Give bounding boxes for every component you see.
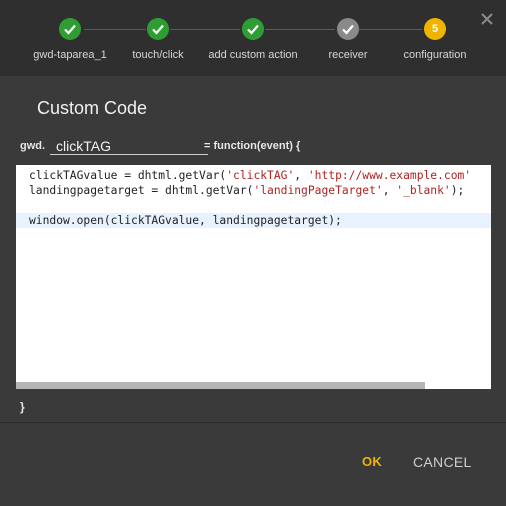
code-editor[interactable]: clickTAGvalue = dhtml.getVar('clickTAG',… (16, 165, 491, 389)
step-label: touch/click (132, 49, 184, 61)
cancel-button[interactable]: CANCEL (413, 454, 472, 470)
check-icon (147, 18, 169, 40)
step-5[interactable]: 5 configuration (380, 18, 490, 61)
ok-button[interactable]: OK (362, 454, 382, 469)
step-3[interactable]: add custom action (198, 18, 308, 61)
check-icon (337, 18, 359, 40)
close-icon[interactable] (480, 12, 494, 26)
signature-prefix: gwd. (20, 140, 46, 152)
step-2[interactable]: touch/click (103, 18, 213, 61)
dialog-title: Custom Code (37, 98, 148, 118)
check-icon (59, 18, 81, 40)
closing-brace: } (20, 400, 25, 414)
step-number-badge: 5 (424, 18, 446, 40)
code-line: landingpagetarget = dhtml.getVar('landin… (29, 184, 465, 197)
step-label: add custom action (208, 49, 298, 61)
code-line: clickTAGvalue = dhtml.getVar('clickTAG',… (29, 169, 472, 182)
wizard-stepper: gwd-taparea_1 touch/click add custom act… (0, 0, 506, 76)
check-icon (242, 18, 264, 40)
scrollbar-thumb[interactable] (16, 382, 425, 389)
footer-divider (0, 422, 506, 423)
signature-suffix: = function(event) { (204, 140, 301, 152)
horizontal-scrollbar[interactable] (16, 382, 491, 389)
step-label: configuration (403, 49, 467, 61)
function-signature: gwd. = function(event) { (20, 137, 500, 157)
function-name-input[interactable] (50, 137, 208, 155)
code-line-current: window.open(clickTAGvalue, landingpageta… (16, 213, 491, 228)
